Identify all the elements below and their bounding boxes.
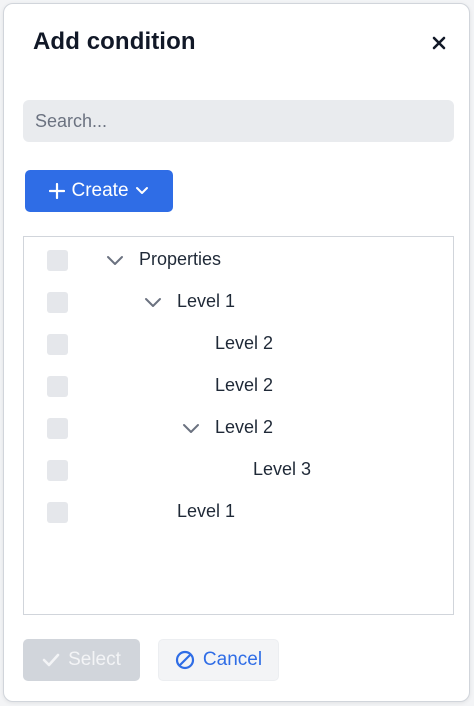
close-button[interactable] [426, 30, 452, 56]
tree-node-label: Level 2 [215, 333, 274, 353]
create-button[interactable]: Create [25, 170, 173, 212]
tree-row[interactable]: Level 3 [24, 450, 453, 492]
tree-row-checkbox[interactable] [47, 292, 68, 313]
tree-row[interactable]: Level 1 [24, 282, 453, 324]
tree-row-checkbox[interactable] [47, 250, 68, 271]
plus-icon [49, 183, 66, 199]
chevron-down-icon[interactable] [144, 294, 162, 312]
tree-node-label: Level 3 [253, 459, 312, 479]
tree-row-checkbox[interactable] [47, 418, 68, 439]
tree-node-label: Properties [139, 249, 222, 269]
add-condition-dialog: Add condition Create Properties Level 1 Le… [3, 3, 470, 702]
condition-tree: Properties Level 1 Level 2 Level 2 Level 2 Le… [23, 236, 454, 615]
create-button-label: Create [71, 180, 129, 201]
tree-node-label: Level 2 [215, 417, 274, 437]
chevron-down-icon[interactable] [182, 420, 200, 438]
chevron-down-icon [135, 187, 148, 194]
tree-node-label: Level 1 [177, 291, 236, 311]
select-button-label: Select [68, 649, 121, 670]
tree-node-label: Level 2 [215, 375, 274, 395]
select-button[interactable]: Select [23, 639, 140, 681]
tree-row-checkbox[interactable] [47, 460, 68, 481]
tree-row[interactable]: Level 2 [24, 324, 453, 366]
close-icon [432, 36, 446, 50]
cancel-icon [175, 650, 195, 670]
cancel-button-label: Cancel [202, 649, 263, 670]
tree-row[interactable]: Level 2 [24, 366, 453, 408]
chevron-down-icon[interactable] [106, 252, 124, 270]
tree-row[interactable]: Level 1 [24, 492, 453, 534]
tree-row-checkbox[interactable] [47, 502, 68, 523]
cancel-button[interactable]: Cancel [158, 639, 279, 681]
tree-row-checkbox[interactable] [47, 376, 68, 397]
search-input[interactable] [23, 100, 454, 142]
tree-row[interactable]: Properties [24, 240, 453, 282]
check-icon [42, 653, 60, 667]
tree-node-label: Level 1 [177, 501, 236, 521]
dialog-title: Add condition [33, 28, 196, 55]
tree-row[interactable]: Level 2 [24, 408, 453, 450]
tree-row-checkbox[interactable] [47, 334, 68, 355]
